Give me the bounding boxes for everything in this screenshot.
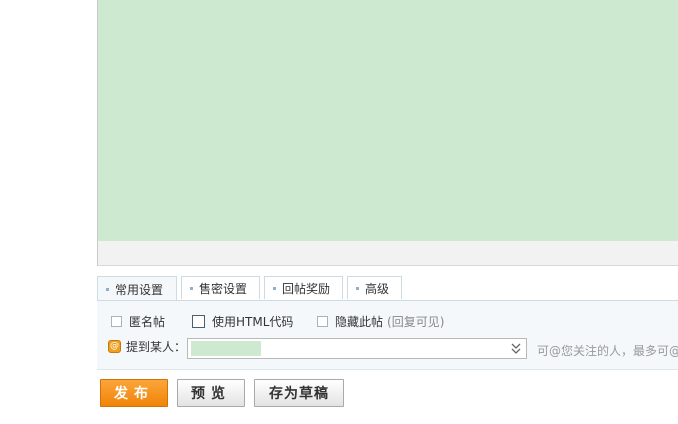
mention-hint: 可@您关注的人，最多可@ [537, 344, 678, 358]
tab-advanced[interactable]: 高级 [347, 276, 402, 299]
editor-content-area[interactable] [97, 0, 678, 241]
mention-input-value [191, 341, 261, 356]
settings-panel: 匿名帖 使用HTML代码 隐藏此帖 (回复可见) @ 提到某人： 可@您关注的人… [97, 300, 678, 370]
tab-label: 回帖奖励 [282, 281, 331, 296]
tab-bullet-icon [106, 287, 109, 291]
anonymous-label: 匿名帖 [129, 315, 166, 329]
hide-post-label: 隐藏此帖 [335, 315, 384, 329]
at-icon: @ [108, 340, 121, 353]
mention-label: 提到某人： [126, 340, 187, 354]
save-draft-button[interactable]: 存为草稿 [254, 379, 344, 407]
tab-reply-reward[interactable]: 回帖奖励 [264, 276, 343, 299]
tab-bullet-icon [356, 286, 359, 290]
publish-button[interactable]: 发布 [100, 379, 168, 407]
settings-tabs: 常用设置 售密设置 回帖奖励 高级 [97, 276, 678, 301]
tab-label: 售密设置 [199, 281, 248, 296]
chevron-down-icon[interactable] [510, 341, 522, 356]
mention-row: @ 提到某人： [108, 338, 188, 355]
tab-common-settings[interactable]: 常用设置 [97, 276, 177, 301]
editor-status-bar [97, 241, 678, 266]
tab-sale-settings[interactable]: 售密设置 [181, 276, 260, 299]
anonymous-checkbox[interactable] [111, 316, 122, 327]
option-use-html[interactable]: 使用HTML代码 [192, 313, 293, 330]
use-html-label: 使用HTML代码 [212, 315, 294, 329]
use-html-checkbox[interactable] [192, 315, 205, 328]
hide-post-note: (回复可见) [387, 315, 445, 329]
tab-label: 常用设置 [115, 282, 164, 297]
tab-label: 高级 [365, 281, 390, 296]
mention-input[interactable] [187, 338, 527, 359]
tab-bullet-icon [273, 286, 276, 290]
option-hide-post[interactable]: 隐藏此帖 (回复可见) [317, 313, 444, 330]
option-anonymous[interactable]: 匿名帖 [111, 313, 165, 330]
preview-button[interactable]: 预览 [177, 379, 245, 407]
tab-bullet-icon [190, 286, 193, 290]
hide-post-checkbox[interactable] [317, 316, 328, 327]
